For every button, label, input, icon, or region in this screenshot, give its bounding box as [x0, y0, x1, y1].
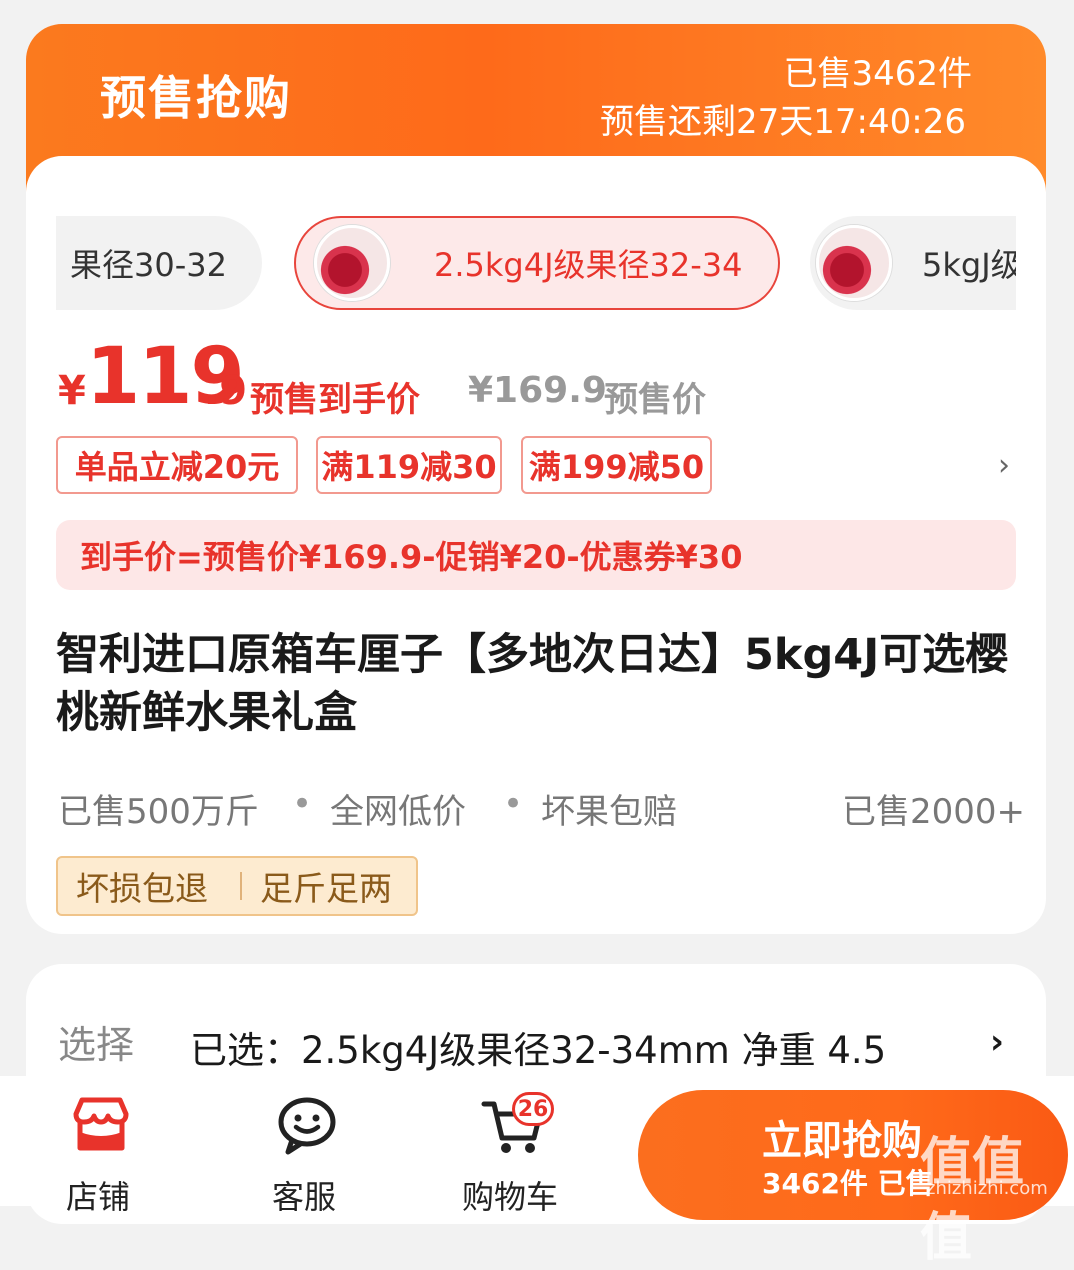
presale-countdown: 预售还剩27天17:40:26: [600, 102, 966, 142]
buy-now-sold: 3462件 已售: [762, 1167, 934, 1200]
cart-count-badge: 26: [512, 1092, 554, 1126]
chevron-right-icon[interactable]: ›: [990, 1022, 1004, 1062]
guarantee-badge[interactable]: 坏损包退 足斤足两: [56, 856, 418, 916]
chat-smile-icon: [278, 1097, 336, 1155]
buy-now-label: 立即抢购: [762, 1118, 922, 1164]
chevron-right-icon[interactable]: ›: [998, 448, 1010, 483]
cherry-thumbnail-icon: [816, 225, 892, 301]
price-formula: 到手价=预售价¥169.9-促销¥20-优惠券¥30: [56, 520, 1016, 590]
nav-service-label: 客服: [271, 1178, 336, 1216]
banner-sold-count: 已售3462件: [783, 54, 972, 94]
price-currency: ¥: [58, 368, 86, 414]
spec-chip-1[interactable]: 果径30-32: [56, 216, 262, 310]
nav-shop-label: 店铺: [65, 1178, 130, 1216]
nav-customer-service[interactable]: 客服: [244, 1076, 364, 1216]
watermark-url: zhizhizhi.com: [926, 1178, 1048, 1199]
spec-chip-label: 5kgJ级: [922, 246, 1016, 284]
banner-title: 预售抢购: [100, 71, 292, 125]
promo-tag[interactable]: 满199减50: [521, 436, 712, 494]
tag-lowest-price: 全网低价: [330, 792, 466, 832]
nav-cart-label: 购物车: [461, 1178, 558, 1216]
tag-sold-volume: 已售500万斤: [58, 792, 259, 832]
guarantee-item: 足斤足两: [260, 869, 392, 908]
guarantee-item: 坏损包退: [76, 869, 208, 908]
nav-shop[interactable]: 店铺: [38, 1076, 158, 1216]
original-price-label: 预售价: [604, 380, 706, 420]
promo-tag[interactable]: 单品立减20元: [56, 436, 298, 494]
selection-value[interactable]: 已选：2.5kg4J级果径32-34mm 净重 4.5: [190, 1020, 886, 1074]
separator-dot: •: [292, 784, 313, 824]
price-decimal: .9: [204, 368, 248, 414]
spec-chip-3[interactable]: 5kgJ级: [810, 216, 1016, 310]
sold-count: 已售2000+: [842, 792, 1026, 832]
spec-chip-2-selected[interactable]: 2.5kg4J级果径32-34: [294, 216, 780, 310]
selection-label: 选择: [58, 1023, 135, 1067]
spec-selector: 果径30-32 2.5kg4J级果径32-34 5kgJ级: [56, 216, 1016, 312]
guarantee-divider: [240, 872, 242, 900]
shop-icon: [73, 1097, 129, 1151]
promo-tag[interactable]: 满119减30: [316, 436, 502, 494]
product-title: 智利进口原箱车厘子【多地次日达】5kg4J可选樱桃新鲜水果礼盒: [56, 630, 1009, 738]
price-label: 预售到手价: [250, 380, 420, 420]
cherry-thumbnail-icon: [314, 225, 390, 301]
spec-chip-label: 2.5kg4J级果径32-34: [434, 246, 743, 284]
original-price: ¥169.9: [468, 370, 607, 411]
spec-chip-label: 果径30-32: [70, 246, 227, 284]
separator-dot: •: [503, 784, 524, 824]
tag-bad-fruit-compensation: 坏果包赔: [541, 792, 677, 832]
nav-cart[interactable]: 26 购物车: [450, 1076, 570, 1216]
